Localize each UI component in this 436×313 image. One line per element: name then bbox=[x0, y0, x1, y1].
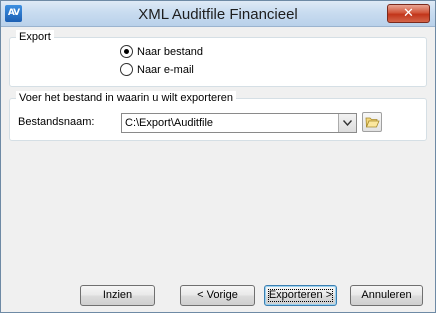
export-dialog-window: AV XML Auditfile Financieel ✕ Export Naa… bbox=[0, 0, 436, 313]
file-groupbox: Voer het bestand in waarin u wilt export… bbox=[9, 91, 427, 141]
browse-button[interactable] bbox=[362, 112, 382, 132]
chevron-down-icon[interactable] bbox=[338, 114, 356, 132]
radio-to-email-control[interactable] bbox=[120, 63, 133, 76]
back-button-label: < Vorige bbox=[197, 289, 238, 301]
radio-to-email-label: Naar e-mail bbox=[137, 63, 194, 76]
radio-to-file[interactable]: Naar bestand bbox=[120, 44, 203, 59]
radio-to-file-label: Naar bestand bbox=[137, 45, 204, 58]
export-groupbox: Export Naar bestand Naar e-mail bbox=[9, 30, 427, 87]
cancel-button[interactable]: Annuleren bbox=[350, 285, 423, 306]
window-title: XML Auditfile Financieel bbox=[138, 6, 298, 23]
close-button[interactable]: ✕ bbox=[387, 4, 430, 23]
title-bar[interactable]: AV XML Auditfile Financieel ✕ bbox=[1, 1, 435, 27]
filename-combobox[interactable]: C:\Export\Auditfile bbox=[121, 113, 357, 133]
back-button[interactable]: < Vorige bbox=[180, 285, 255, 306]
export-button-label: Exporteren > bbox=[268, 289, 333, 301]
radio-to-email[interactable]: Naar e-mail bbox=[120, 62, 194, 77]
filename-label: Bestandsnaam: bbox=[18, 116, 95, 128]
export-group-legend: Export bbox=[16, 30, 54, 44]
export-button[interactable]: Exporteren > bbox=[264, 285, 337, 306]
view-button-label: Inzien bbox=[102, 289, 133, 301]
cancel-button-label: Annuleren bbox=[361, 289, 412, 301]
filename-value[interactable]: C:\Export\Auditfile bbox=[125, 117, 213, 129]
view-button[interactable]: Inzien bbox=[80, 285, 155, 306]
folder-open-icon bbox=[365, 117, 380, 128]
radio-to-file-control[interactable] bbox=[120, 45, 133, 58]
file-group-legend: Voer het bestand in waarin u wilt export… bbox=[16, 91, 237, 105]
